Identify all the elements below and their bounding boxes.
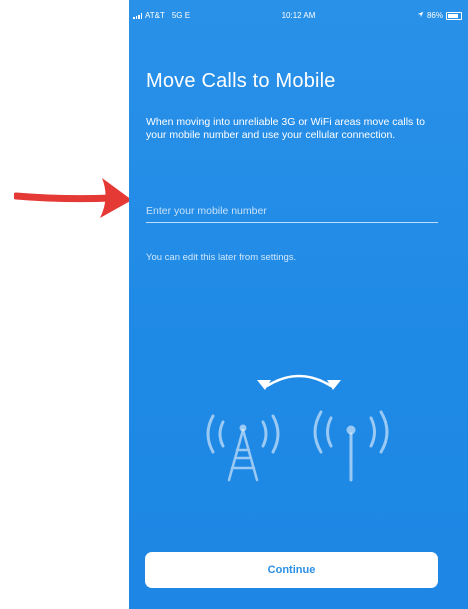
- status-bar: AT&T 5G E 10:12 AM 86%: [129, 0, 468, 22]
- settings-hint: You can edit this later from settings.: [146, 252, 297, 263]
- status-right: 86%: [417, 11, 462, 20]
- battery-icon: [446, 11, 462, 20]
- continue-button[interactable]: Continue: [145, 552, 438, 588]
- location-arrow-icon: [417, 11, 424, 20]
- mobile-number-input[interactable]: [146, 200, 438, 223]
- phone-screen: AT&T 5G E 10:12 AM 86% Move Calls to Mob…: [129, 0, 468, 609]
- red-arrow-icon: [14, 178, 132, 218]
- tower-illustration: [206, 374, 389, 482]
- page-title: Move Calls to Mobile: [146, 70, 336, 92]
- cell-tower-icon: [206, 414, 280, 482]
- description-text: When moving into unreliable 3G or WiFi a…: [146, 116, 425, 141]
- swap-arrows-icon: [257, 374, 341, 390]
- antenna-icon: [313, 410, 389, 482]
- battery-label: 86%: [426, 11, 443, 20]
- screenshot-canvas: AT&T 5G E 10:12 AM 86% Move Calls to Mob…: [0, 0, 468, 609]
